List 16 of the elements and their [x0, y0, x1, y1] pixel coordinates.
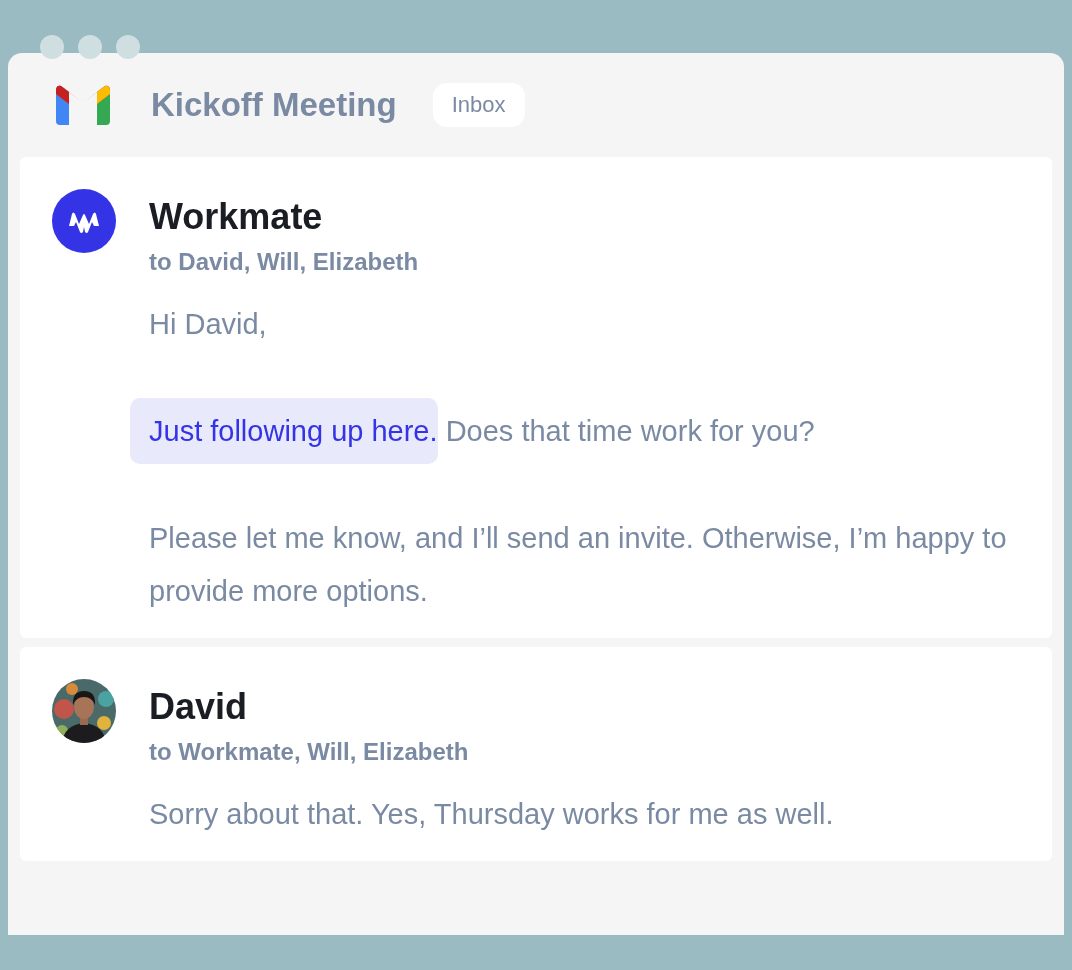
- folder-label[interactable]: Inbox: [432, 83, 525, 127]
- sender-name: Workmate: [149, 195, 324, 239]
- body-text: Hi David,: [149, 308, 267, 340]
- mail-logo-icon: [56, 85, 110, 125]
- recipients: to Workmate, Will, Elizabeth: [149, 738, 470, 766]
- body-text: Does that time work for you?: [445, 415, 815, 447]
- window-dot: [78, 35, 102, 59]
- avatar-logo-icon: [52, 189, 116, 253]
- window-dot: [116, 35, 140, 59]
- highlighted-text: Just following up here.: [130, 398, 438, 464]
- body-text: Please let me know, and I’ll send an invite. Otherwise, I’m happy to provide more options.: [149, 522, 1007, 607]
- recipients: to David, Will, Elizabeth: [149, 248, 420, 276]
- email-subject: Kickoff Meeting: [151, 86, 397, 124]
- body-text: Sorry about that. Yes, Thursday works for me as well.: [149, 798, 834, 830]
- window-dot: [40, 35, 64, 59]
- sender-name: David: [149, 685, 249, 729]
